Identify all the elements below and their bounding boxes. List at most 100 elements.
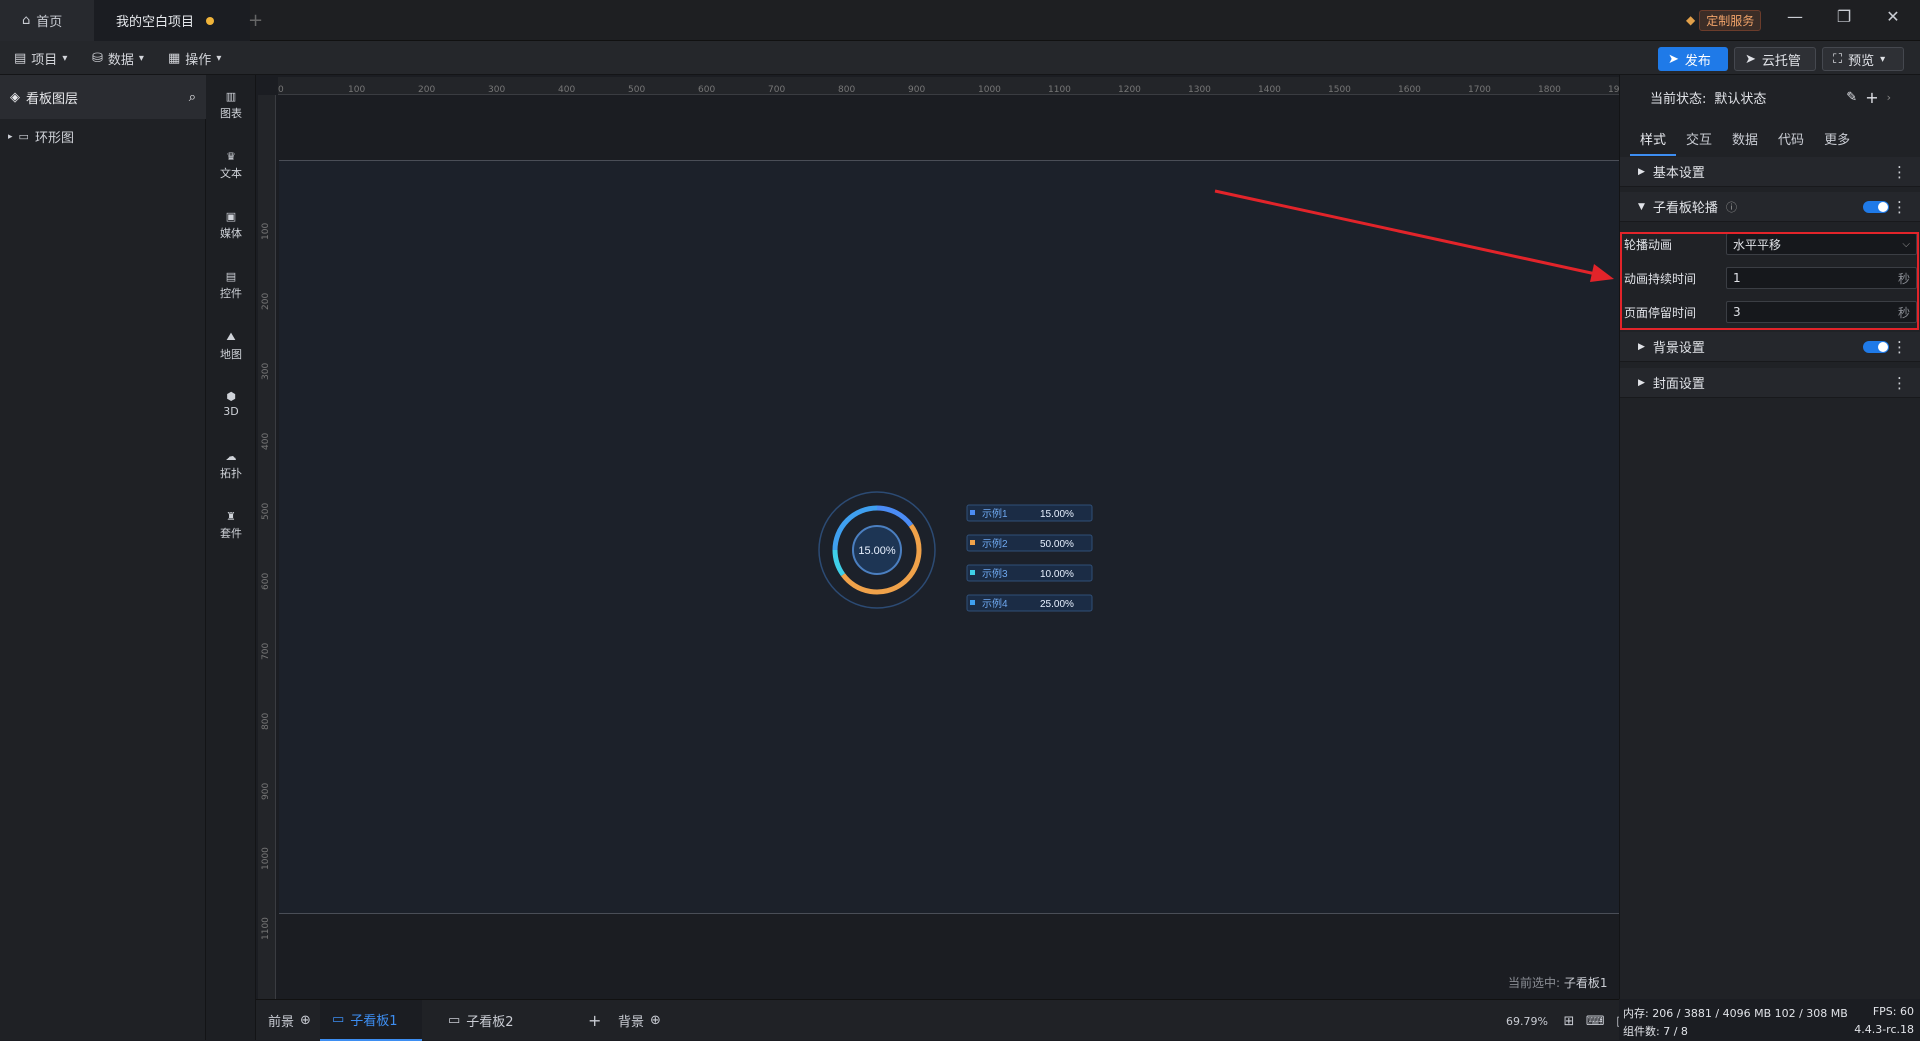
chevron-right-icon[interactable]: › — [1887, 91, 1891, 104]
components-info: 组件数: 7 / 8 — [1623, 1025, 1688, 1038]
status-bar: 内存: 206 / 3881 / 4096 MB 102 / 308 MB FP… — [1619, 999, 1920, 1040]
add-circle-icon[interactable]: ⊕ — [650, 1013, 661, 1028]
rail-item-text[interactable]: ♛ 文本 — [206, 150, 256, 181]
tab-background[interactable]: 背景 ⊕ — [606, 1000, 673, 1041]
ruler-tick-label: 400 — [558, 85, 576, 95]
ruler-horizontal: 0 100 200 300 400 500 600 700 800 900 1000 1100 1200… — [278, 77, 1631, 95]
send-icon: ➤ — [1745, 51, 1756, 67]
ruler-tick-label: 500 — [261, 502, 271, 520]
ruler-tick-label: 1000 — [978, 85, 1001, 95]
restore-icon[interactable]: ❐ — [1832, 7, 1856, 26]
menu-project-label: 项目 — [31, 52, 58, 68]
bar-chart-icon: ▥ — [225, 90, 237, 103]
rail-item-label: 地图 — [220, 348, 242, 361]
layer-panel: ◈ 看板图层 ⌕ ▸ ▭ 环形图 — [0, 75, 206, 1040]
custom-service-button[interactable]: ◆ 定制服务 — [1686, 9, 1762, 31]
new-tab-icon[interactable]: + — [248, 10, 263, 31]
close-icon[interactable]: ✕ — [1881, 7, 1905, 26]
background-toggle[interactable] — [1863, 340, 1889, 353]
donut-slice[interactable] — [876, 505, 914, 527]
rail-item-label: 套件 — [220, 527, 242, 540]
more-vert-icon[interactable]: ⋮ — [1892, 198, 1907, 216]
search-icon[interactable]: ⌕ — [189, 90, 196, 105]
section-basic[interactable]: ▶ 基本设置 ⋮ — [1620, 157, 1920, 187]
add-circle-icon[interactable]: ⊕ — [300, 1013, 311, 1028]
rail-item-chart[interactable]: ▥ 图表 — [206, 90, 256, 121]
state-value: 默认状态 — [1714, 91, 1767, 107]
tab-home-label: 首页 — [36, 15, 63, 30]
version-info: 4.4.3-rc.18 — [1854, 1023, 1914, 1036]
state-header: 当前状态: 默认状态 ✎ + › — [1620, 75, 1920, 119]
menu-project[interactable]: ▤ 项目 ▾ — [14, 41, 67, 75]
rail-item-topology[interactable]: ☁ 拓扑 — [206, 450, 256, 481]
current-selection-value: 子看板1 — [1563, 976, 1608, 990]
donut-slice[interactable] — [832, 549, 846, 577]
property-panel: 当前状态: 默认状态 ✎ + › 样式 交互 数据 代码 更多 ▶ 基本设置 ⋮… — [1619, 75, 1920, 999]
chevron-down-icon: ▾ — [62, 52, 68, 64]
section-carousel-label: 子看板轮播 — [1652, 201, 1718, 216]
tab-code[interactable]: 代码 — [1768, 123, 1814, 156]
diamond-icon: ◆ — [1686, 13, 1696, 27]
add-icon[interactable]: + — [1865, 88, 1878, 107]
minimize-icon[interactable]: — — [1783, 7, 1807, 26]
ruler-tick-label: 1800 — [1538, 85, 1561, 95]
legend-category-label: 示例3 — [982, 567, 1008, 580]
publish-button[interactable]: ➤ 发布 — [1658, 47, 1728, 71]
rail-item-kit[interactable]: ♜ 套件 — [206, 510, 256, 541]
tab-interaction[interactable]: 交互 — [1676, 123, 1722, 156]
legend-value-label: 50.00% — [1040, 539, 1074, 550]
tab-sub-board-1[interactable]: ▭ 子看板1 — [320, 1000, 422, 1041]
donut-center-label: 15.00% — [858, 545, 896, 557]
carousel-toggle[interactable] — [1863, 200, 1889, 213]
menu-operate[interactable]: ▦ 操作 ▾ — [168, 41, 221, 75]
more-vert-icon[interactable]: ⋮ — [1892, 338, 1907, 356]
keyboard-icon[interactable]: ⌨ — [1586, 1014, 1605, 1029]
cloud-host-button[interactable]: ➤ 云托管 — [1734, 47, 1816, 71]
layer-item-label: 环形图 — [34, 131, 74, 146]
tab-sub-board-2[interactable]: ▭ 子看板2 — [436, 1000, 538, 1041]
cloud-host-label: 云托管 — [1761, 53, 1801, 69]
fps-info: FPS: 60 — [1872, 1005, 1914, 1018]
fit-screen-icon[interactable]: ⊞ — [1563, 1014, 1574, 1029]
chevron-down-icon: ▾ — [216, 52, 222, 64]
tab-data[interactable]: 数据 — [1722, 123, 1768, 156]
section-background[interactable]: ▶ 背景设置 ⋮ — [1620, 332, 1920, 362]
monitor-icon: ▭ — [332, 1012, 345, 1027]
tab-project[interactable]: 我的空白项目 — [94, 0, 250, 41]
tab-style[interactable]: 样式 — [1630, 123, 1677, 156]
tab-foreground[interactable]: 前景 ⊕ — [256, 1000, 323, 1041]
layer-item[interactable]: ▸ ▭ 环形图 — [8, 127, 74, 146]
rail-item-label: 文本 — [220, 167, 242, 180]
title-bar: ⌂ 首页 我的空白项目 + ◆ 定制服务 — ❐ ✕ — [0, 0, 1920, 41]
section-carousel[interactable]: ▼ 子看板轮播 ⓘ ⋮ — [1620, 192, 1920, 222]
help-icon[interactable]: ⓘ — [1726, 199, 1737, 215]
crown-icon: ♛ — [226, 150, 236, 163]
chevron-down-icon: ▾ — [1880, 53, 1886, 65]
section-cover[interactable]: ▶ 封面设置 ⋮ — [1620, 368, 1920, 398]
camera-icon: ▣ — [225, 210, 237, 223]
menu-data[interactable]: ⛁ 数据 ▾ — [92, 41, 144, 75]
edit-icon[interactable]: ✎ — [1846, 90, 1857, 105]
custom-service-label: 定制服务 — [1699, 9, 1762, 31]
rail-item-map[interactable]: ⛰ 地图 — [206, 330, 256, 362]
tab-home[interactable]: ⌂ 首页 — [0, 0, 94, 41]
tab-more[interactable]: 更多 — [1814, 123, 1860, 156]
highlight-box — [1620, 232, 1919, 330]
layer-panel-header: ◈ 看板图层 ⌕ — [0, 75, 206, 119]
donut-chart[interactable]: 15.00% 示例1 15.00% 示例2 50.00% 示例3 10.00% 示例4 25.0… — [795, 485, 1115, 615]
more-vert-icon[interactable]: ⋮ — [1892, 374, 1907, 392]
rail-item-3d[interactable]: ⬢ 3D — [206, 390, 256, 418]
preview-button[interactable]: ⛶ 预览 ▾ — [1822, 47, 1904, 71]
state-label: 当前状态: — [1650, 91, 1707, 107]
more-vert-icon[interactable]: ⋮ — [1892, 163, 1907, 181]
rail-item-control[interactable]: ▤ 控件 — [206, 270, 256, 301]
menu-data-label: 数据 — [107, 52, 134, 68]
ruler-tick-label: 100 — [261, 222, 271, 240]
zoom-level[interactable]: 69.79% ⊞ ⌨ ▣ — [1506, 1014, 1628, 1029]
rail-item-media[interactable]: ▣ 媒体 — [206, 210, 256, 241]
map-icon: ⛰ — [226, 330, 236, 343]
annotation-arrow — [1214, 189, 1614, 282]
caret-right-icon: ▸ — [8, 131, 13, 142]
fullscreen-icon: ⛶ — [1833, 51, 1843, 67]
menu-operate-label: 操作 — [185, 52, 212, 68]
